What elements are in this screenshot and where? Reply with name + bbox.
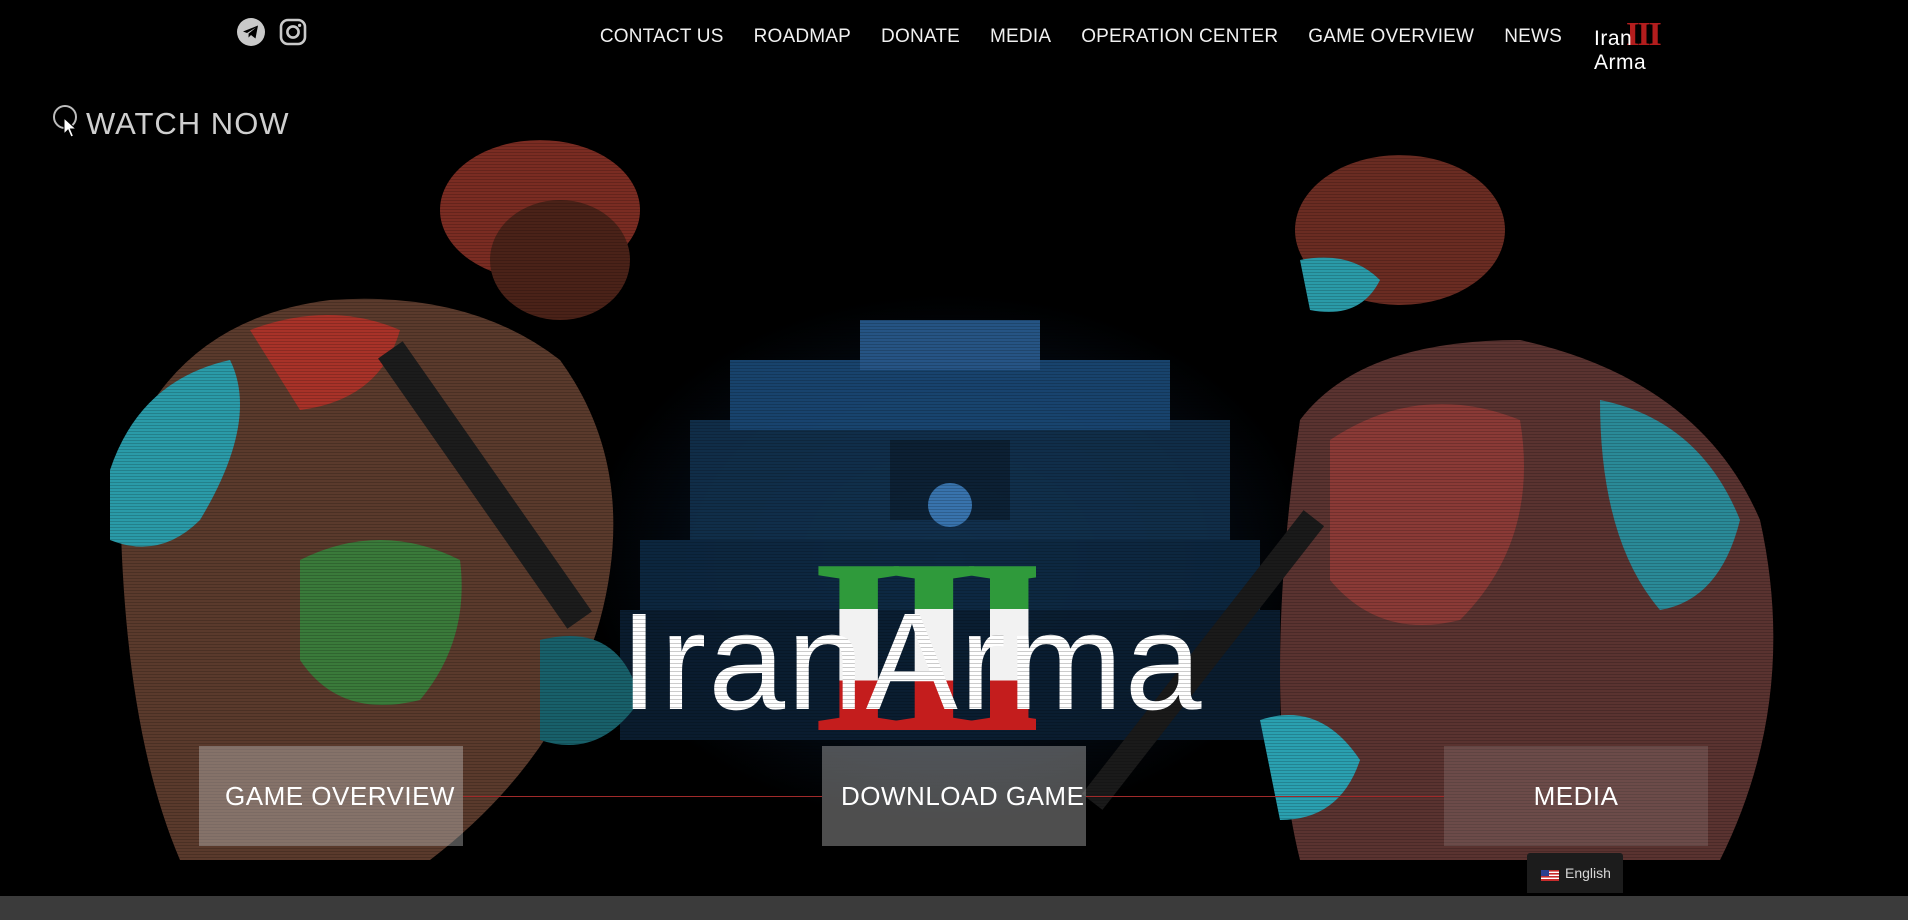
header-logo[interactable]: III Iran Arma (1592, 16, 1684, 74)
nav-news[interactable]: NEWS (1504, 26, 1562, 48)
language-selector[interactable]: English (1527, 853, 1623, 893)
nav-contact-us[interactable]: CONTACT US (600, 26, 724, 48)
nav-media[interactable]: MEDIA (990, 26, 1051, 48)
nav-operation-center[interactable]: OPERATION CENTER (1081, 26, 1278, 48)
main-nav: CONTACT US ROADMAP DONATE MEDIA OPERATIO… (570, 16, 1684, 74)
social-links (236, 17, 308, 47)
connector-line-right (1086, 796, 1444, 797)
telegram-icon[interactable] (236, 17, 266, 47)
game-logo: III IranArma (620, 522, 1280, 772)
download-game-button[interactable]: DOWNLOAD GAME (822, 746, 1086, 846)
nav-roadmap[interactable]: ROADMAP (754, 26, 851, 48)
nav-donate[interactable]: DONATE (881, 26, 960, 48)
watch-now-button[interactable]: WATCH NOW (52, 104, 290, 143)
bottom-bar (0, 896, 1908, 920)
watch-now-label: WATCH NOW (86, 105, 290, 141)
media-button[interactable]: MEDIA (1444, 746, 1708, 846)
game-overview-button[interactable]: GAME OVERVIEW (199, 746, 463, 846)
us-flag-icon (1541, 868, 1559, 881)
play-cursor-icon (52, 104, 82, 143)
language-label: English (1565, 865, 1611, 881)
nav-game-overview[interactable]: GAME OVERVIEW (1308, 26, 1474, 48)
header-logo-word: Iran Arma (1594, 27, 1647, 74)
instagram-icon[interactable] (278, 17, 308, 47)
game-logo-word: IranArma (620, 585, 1204, 739)
connector-line-left (463, 796, 822, 797)
